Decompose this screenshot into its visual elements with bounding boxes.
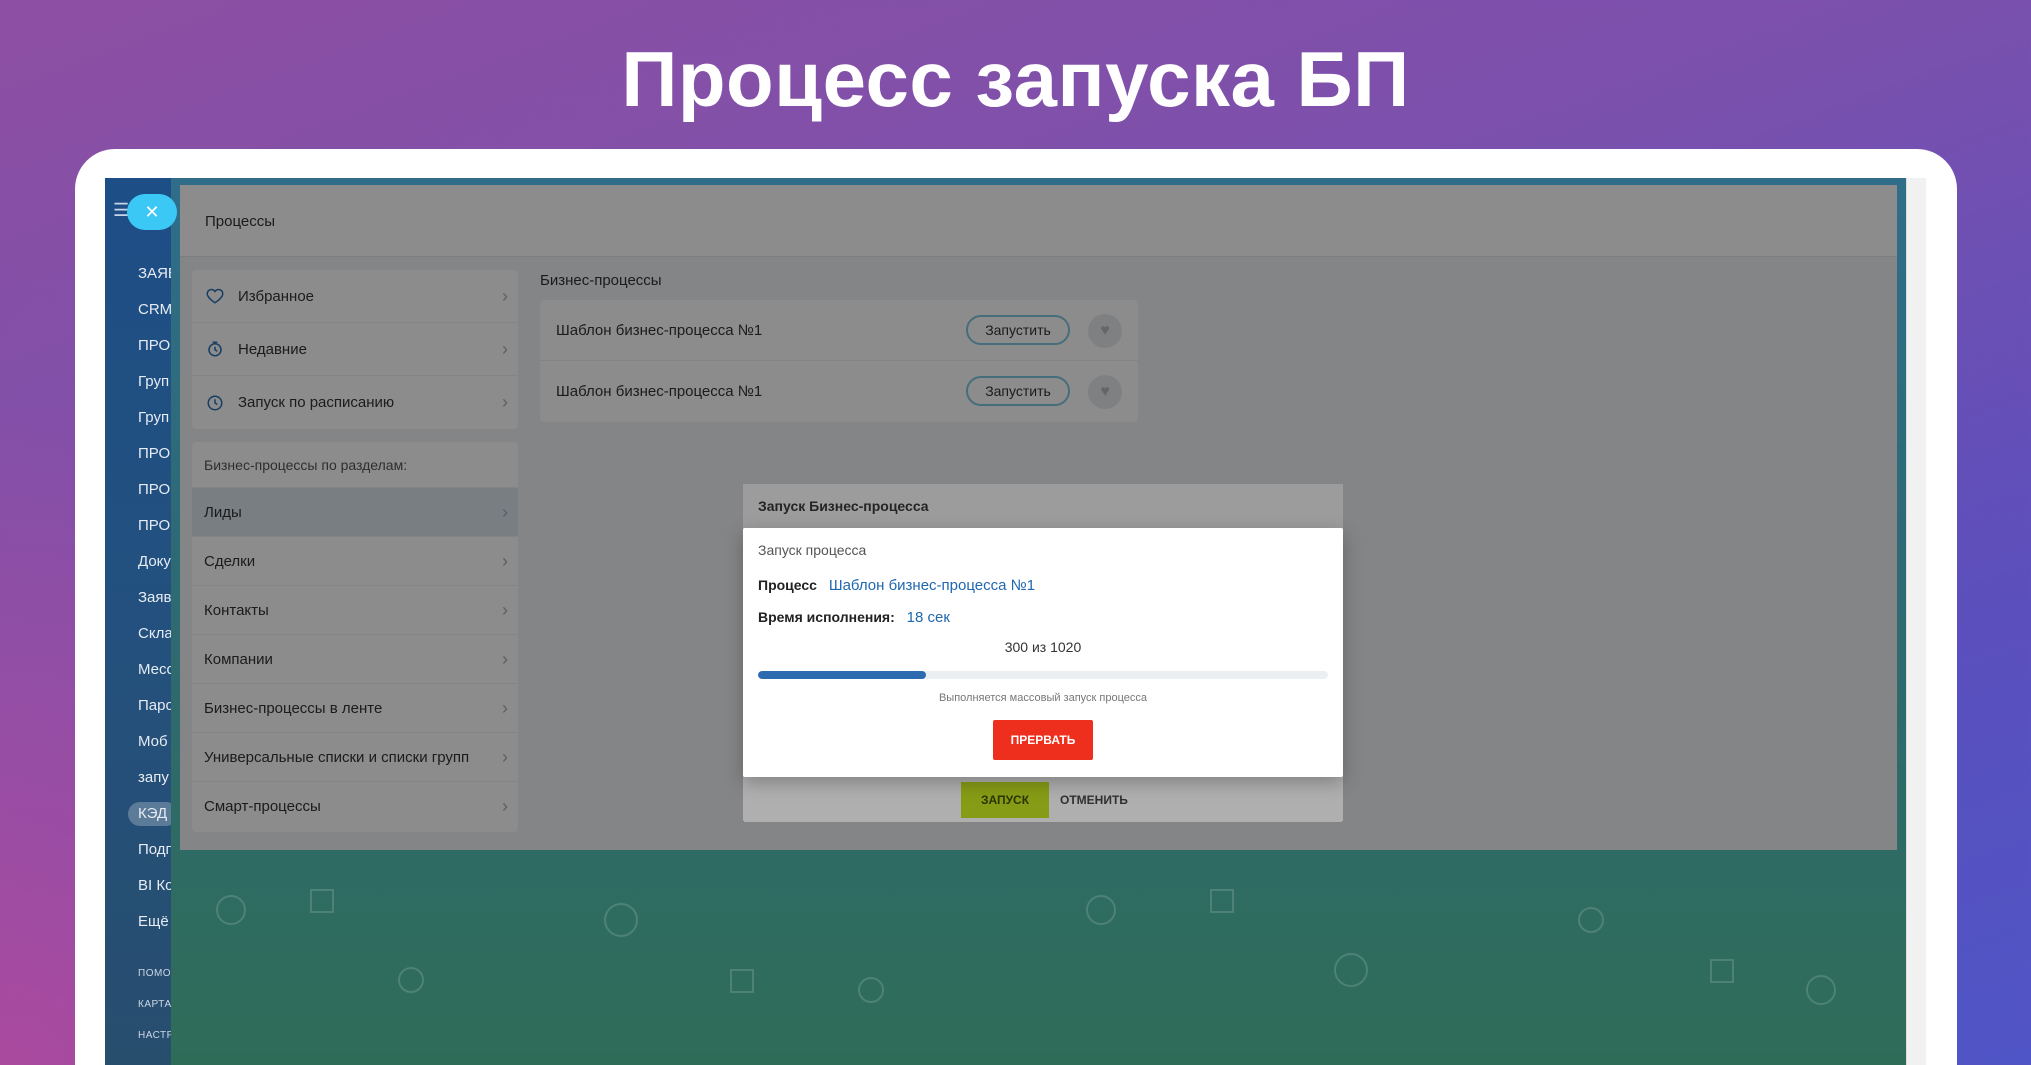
- progress-count: 300 из 1020: [1004, 639, 1082, 655]
- nav-item[interactable]: ЗАЯВ: [138, 256, 171, 292]
- nav-item[interactable]: ПРО: [138, 508, 171, 544]
- process-link[interactable]: Шаблон бизнес-процесса №1: [829, 577, 1035, 594]
- page-title: Процесс запуска БП: [621, 35, 1410, 123]
- process-label: Процесс: [758, 577, 817, 593]
- nav-item[interactable]: Месс: [138, 652, 171, 688]
- app-screen: ☰ ЗАЯВCRMПРОГрупГрупПРОПРОПРОДокуЗаявСкл…: [105, 178, 1922, 1065]
- time-value: 18 сек: [906, 609, 950, 626]
- nav-item[interactable]: Груп: [138, 400, 171, 436]
- nav-item[interactable]: Паро: [138, 688, 171, 724]
- nav-item[interactable]: КЭД: [128, 802, 171, 826]
- nav-item[interactable]: Заяв: [138, 580, 171, 616]
- nav-footer-item[interactable]: НАСТР: [138, 1030, 171, 1041]
- close-slider-button[interactable]: ✕: [127, 194, 177, 230]
- nav-item[interactable]: ПРО: [138, 328, 171, 364]
- nav-item[interactable]: Груп: [138, 364, 171, 400]
- nav-item[interactable]: запу: [138, 760, 171, 796]
- scrollbar[interactable]: [1906, 178, 1926, 1065]
- time-line: Время исполнения: 18 сек: [758, 609, 950, 626]
- left-navigation: ☰ ЗАЯВCRMПРОГрупГрупПРОПРОПРОДокуЗаявСкл…: [105, 178, 171, 1065]
- nav-item[interactable]: Доку: [138, 544, 171, 580]
- progress-bar-fill: [758, 671, 926, 679]
- time-label: Время исполнения:: [758, 609, 895, 625]
- nav-item[interactable]: ПРО: [138, 472, 171, 508]
- progress-dialog: Запуск процесса Процесс Шаблон бизнес-пр…: [743, 528, 1343, 777]
- nav-item[interactable]: Моб: [138, 724, 171, 760]
- stop-button[interactable]: ПРЕРВАТЬ: [993, 720, 1093, 760]
- progress-note: Выполняется массовый запуск процесса: [938, 692, 1148, 704]
- progress-bar: [758, 671, 1328, 679]
- nav-footer-item[interactable]: ПОМО: [138, 968, 171, 979]
- nav-list: ЗАЯВCRMПРОГрупГрупПРОПРОПРОДокуЗаявСклаМ…: [128, 256, 171, 940]
- close-icon: ✕: [144, 202, 160, 222]
- progress-dialog-subtitle: Запуск процесса: [758, 542, 867, 558]
- nav-item[interactable]: Подп: [138, 832, 171, 868]
- nav-footer-item[interactable]: КАРТА: [138, 999, 171, 1010]
- nav-item[interactable]: CRM: [138, 292, 171, 328]
- nav-item[interactable]: Ещё: [138, 904, 171, 940]
- background-pattern: [216, 889, 1836, 1005]
- nav-item[interactable]: Скла: [138, 616, 171, 652]
- nav-item[interactable]: ПРО: [138, 436, 171, 472]
- process-line: Процесс Шаблон бизнес-процесса №1: [758, 577, 1035, 594]
- nav-item[interactable]: BI Ко: [138, 868, 171, 904]
